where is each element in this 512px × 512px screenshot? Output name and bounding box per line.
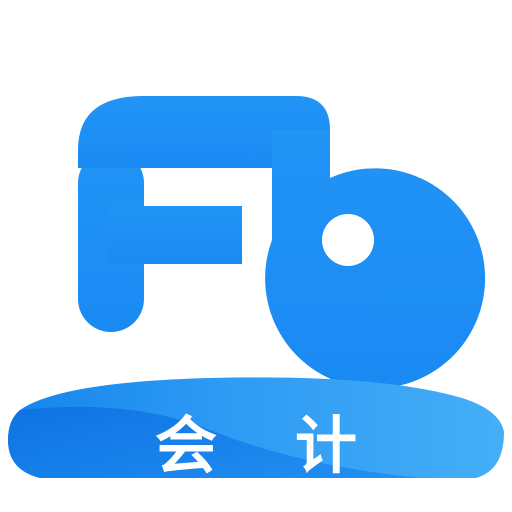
logo-b-hole <box>322 214 374 266</box>
caption-char-ji: 计 <box>295 409 358 482</box>
logo-letter-b <box>265 130 486 389</box>
caption-char-kuai: 会 <box>154 409 217 482</box>
app-icon: 会 计 <box>0 0 512 512</box>
app-caption: 会 计 <box>0 404 512 482</box>
